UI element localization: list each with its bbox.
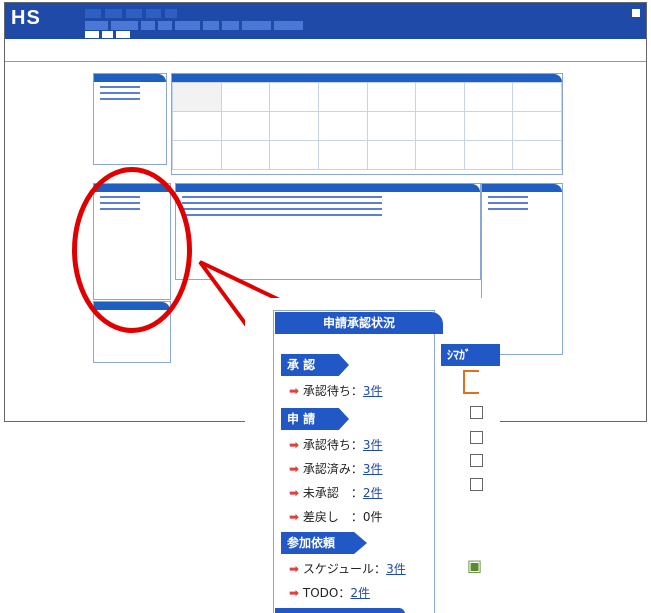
zoom-panel-title: 申請承認状況 [275, 312, 443, 334]
list-item: ➡ 差戻し ：0件 [289, 508, 383, 525]
arrow-icon: ➡ [289, 462, 300, 476]
arrow-icon: ➡ [289, 562, 300, 576]
item-label: 差戻し ： [302, 510, 363, 524]
section-request: 申 請 [281, 408, 349, 430]
item-label: 承認待ち： [302, 384, 363, 398]
zoomed-inset: 申請承認状況 ｼﾏｶﾞ 承 認 ➡ 承認待ち：3件 申 請 ➡ 承認待ち：3件 … [245, 298, 500, 613]
app-icon[interactable]: ▣ [467, 556, 482, 575]
arrow-icon: ➡ [289, 486, 300, 500]
checkbox[interactable] [470, 431, 483, 444]
item-count-link[interactable]: 3件 [363, 438, 383, 452]
list-item[interactable]: ➡ 未承認 ：2件 [289, 484, 383, 501]
item-count-link[interactable]: 2件 [363, 486, 383, 500]
arrow-icon: ➡ [289, 586, 300, 600]
item-count-link[interactable]: 3件 [363, 384, 383, 398]
item-count-link[interactable]: 3件 [363, 462, 383, 476]
item-label: スケジュール： [302, 562, 387, 576]
section-approve: 承 認 [281, 354, 349, 376]
zoom-right-title: ｼﾏｶﾞ [441, 344, 500, 366]
checkbox[interactable] [470, 454, 483, 467]
item-count-link[interactable]: 3件 [386, 562, 406, 576]
checkbox[interactable] [470, 478, 483, 491]
arrow-icon: ➡ [289, 438, 300, 452]
list-item[interactable]: ➡ TODO：2件 [289, 584, 370, 601]
orange-marker [463, 370, 479, 394]
section-participation: 参加依頼 [281, 532, 367, 554]
list-item[interactable]: ➡ 承認待ち：3件 [289, 436, 383, 453]
item-count-link[interactable]: 2件 [350, 586, 370, 600]
item-count: 0件 [362, 510, 383, 524]
next-panel-header [275, 608, 405, 613]
list-item[interactable]: ➡ 承認済み：3件 [289, 460, 383, 477]
item-label: 承認済み： [302, 462, 363, 476]
checkbox[interactable] [470, 406, 483, 419]
list-item[interactable]: ➡ 承認待ち：3件 [289, 382, 383, 399]
list-item[interactable]: ➡ スケジュール：3件 [289, 560, 406, 577]
arrow-icon: ➡ [289, 384, 300, 398]
item-label: 未承認 ： [302, 486, 363, 500]
item-label: TODO： [302, 586, 351, 600]
item-label: 承認待ち： [302, 438, 363, 452]
arrow-icon: ➡ [289, 510, 300, 524]
